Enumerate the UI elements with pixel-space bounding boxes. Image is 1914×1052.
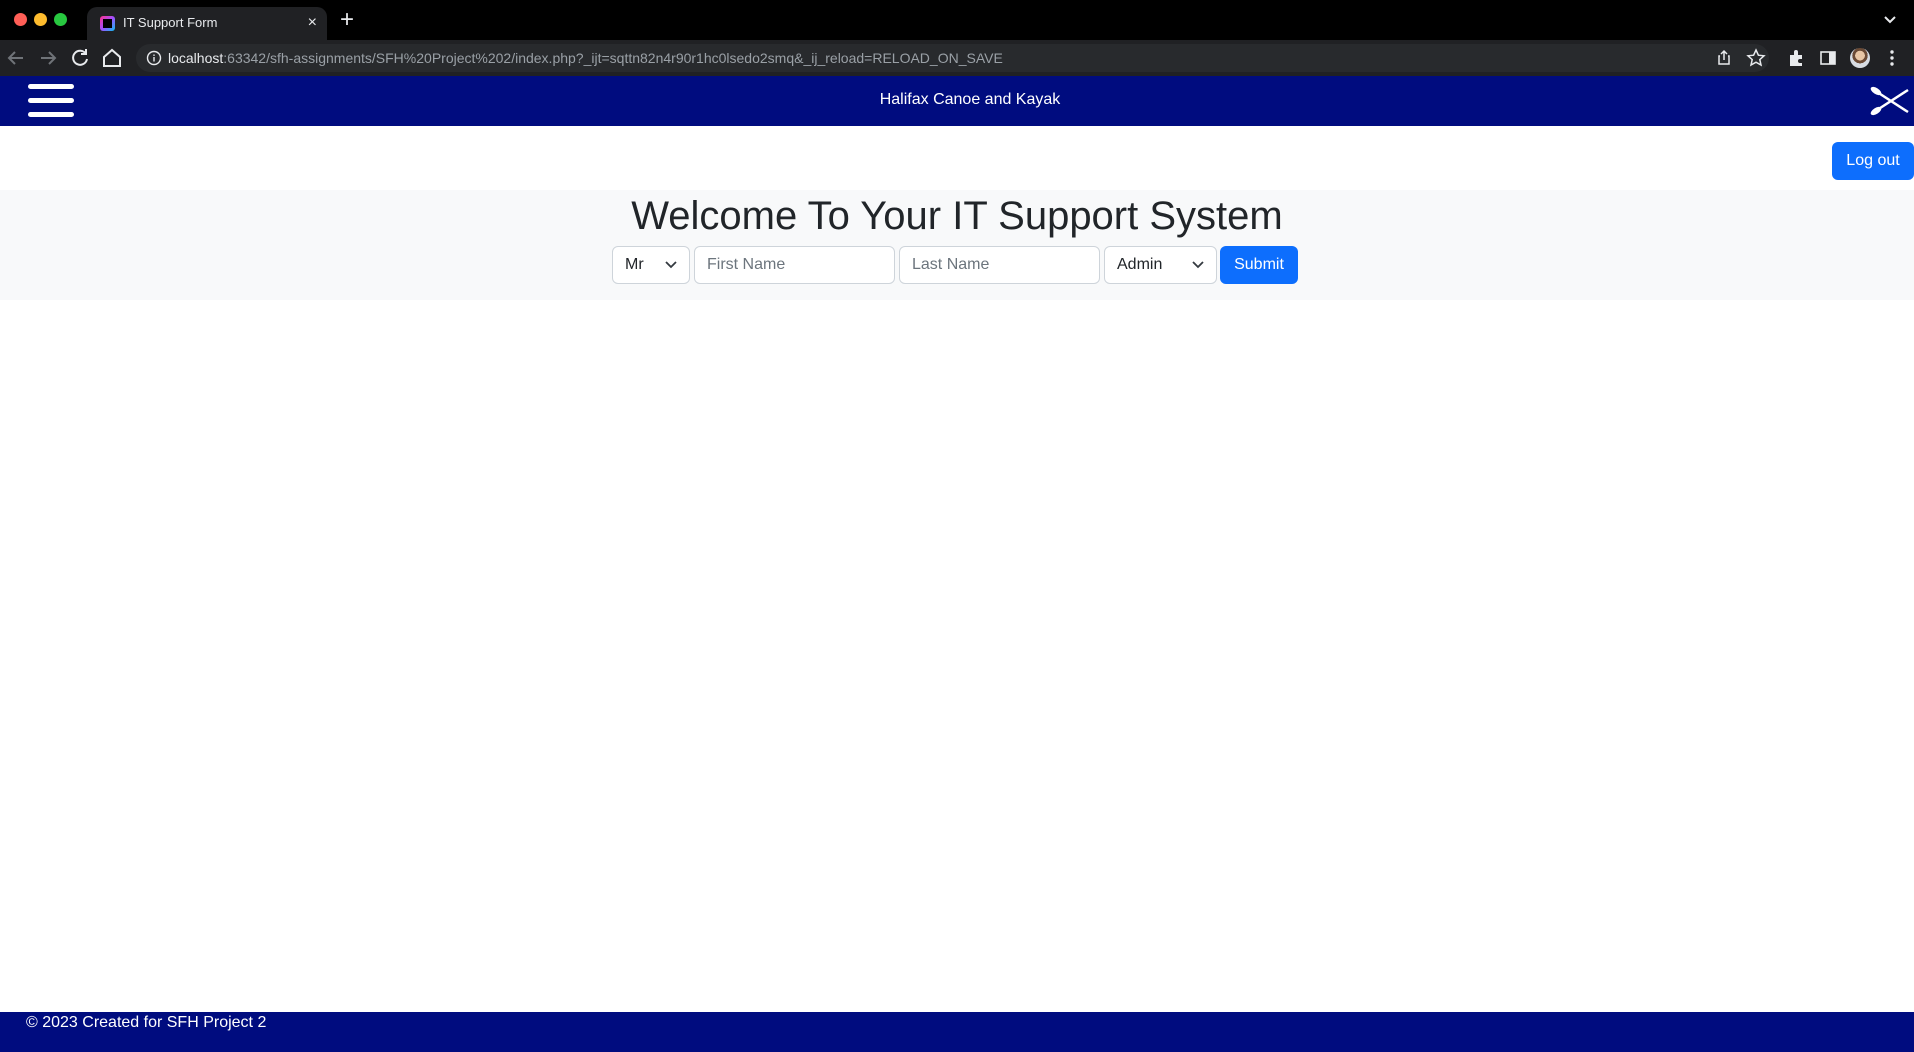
chevron-down-icon — [1192, 261, 1204, 269]
more-menu-icon[interactable] — [1882, 48, 1902, 68]
window-close-button[interactable] — [14, 13, 27, 26]
url-text: localhost:63342/sfh-assignments/SFH%20Pr… — [168, 50, 1003, 66]
role-select[interactable]: Admin — [1104, 246, 1217, 284]
browser-toolbar: localhost:63342/sfh-assignments/SFH%20Pr… — [0, 40, 1914, 76]
side-panel-icon[interactable] — [1818, 48, 1838, 68]
window-zoom-button[interactable] — [54, 13, 67, 26]
welcome-section: Welcome To Your IT Support System Mr Adm… — [0, 190, 1914, 300]
logout-button[interactable]: Log out — [1832, 142, 1914, 180]
site-info-icon[interactable] — [146, 50, 162, 66]
tab-close-icon[interactable]: × — [308, 13, 317, 33]
salutation-value: Mr — [625, 256, 644, 273]
new-tab-button[interactable]: + — [340, 8, 354, 32]
site-title: Halifax Canoe and Kayak — [879, 91, 1061, 108]
salutation-select[interactable]: Mr — [612, 246, 690, 284]
tab-search-chevron-icon[interactable] — [1880, 10, 1900, 30]
back-icon[interactable] — [4, 46, 28, 70]
last-name-input[interactable] — [899, 246, 1100, 284]
favicon-icon — [100, 16, 115, 31]
chevron-down-icon — [665, 261, 677, 269]
crossed-paddles-icon — [1870, 86, 1909, 116]
site-header: Halifax Canoe and Kayak — [0, 76, 1914, 126]
bookmark-star-icon[interactable] — [1746, 48, 1766, 68]
page-title: Welcome To Your IT Support System — [631, 194, 1283, 238]
tab-title: IT Support Form — [123, 15, 218, 30]
address-bar[interactable]: localhost:63342/sfh-assignments/SFH%20Pr… — [136, 44, 1769, 72]
forward-icon[interactable] — [36, 46, 60, 70]
first-name-input[interactable] — [694, 246, 895, 284]
extensions-icon[interactable] — [1786, 48, 1806, 68]
submit-button[interactable]: Submit — [1220, 246, 1298, 284]
share-icon[interactable] — [1714, 48, 1734, 68]
reload-icon[interactable] — [68, 46, 92, 70]
profile-avatar[interactable] — [1850, 48, 1870, 68]
home-icon[interactable] — [100, 46, 124, 70]
browser-tab-bar: IT Support Form × + — [0, 0, 1914, 40]
site-footer: © 2023 Created for SFH Project 2 — [0, 1012, 1914, 1052]
role-value: Admin — [1117, 256, 1163, 273]
footer-text: © 2023 Created for SFH Project 2 — [26, 1014, 267, 1031]
window-minimize-button[interactable] — [34, 13, 47, 26]
browser-tab[interactable]: IT Support Form × — [87, 7, 327, 40]
